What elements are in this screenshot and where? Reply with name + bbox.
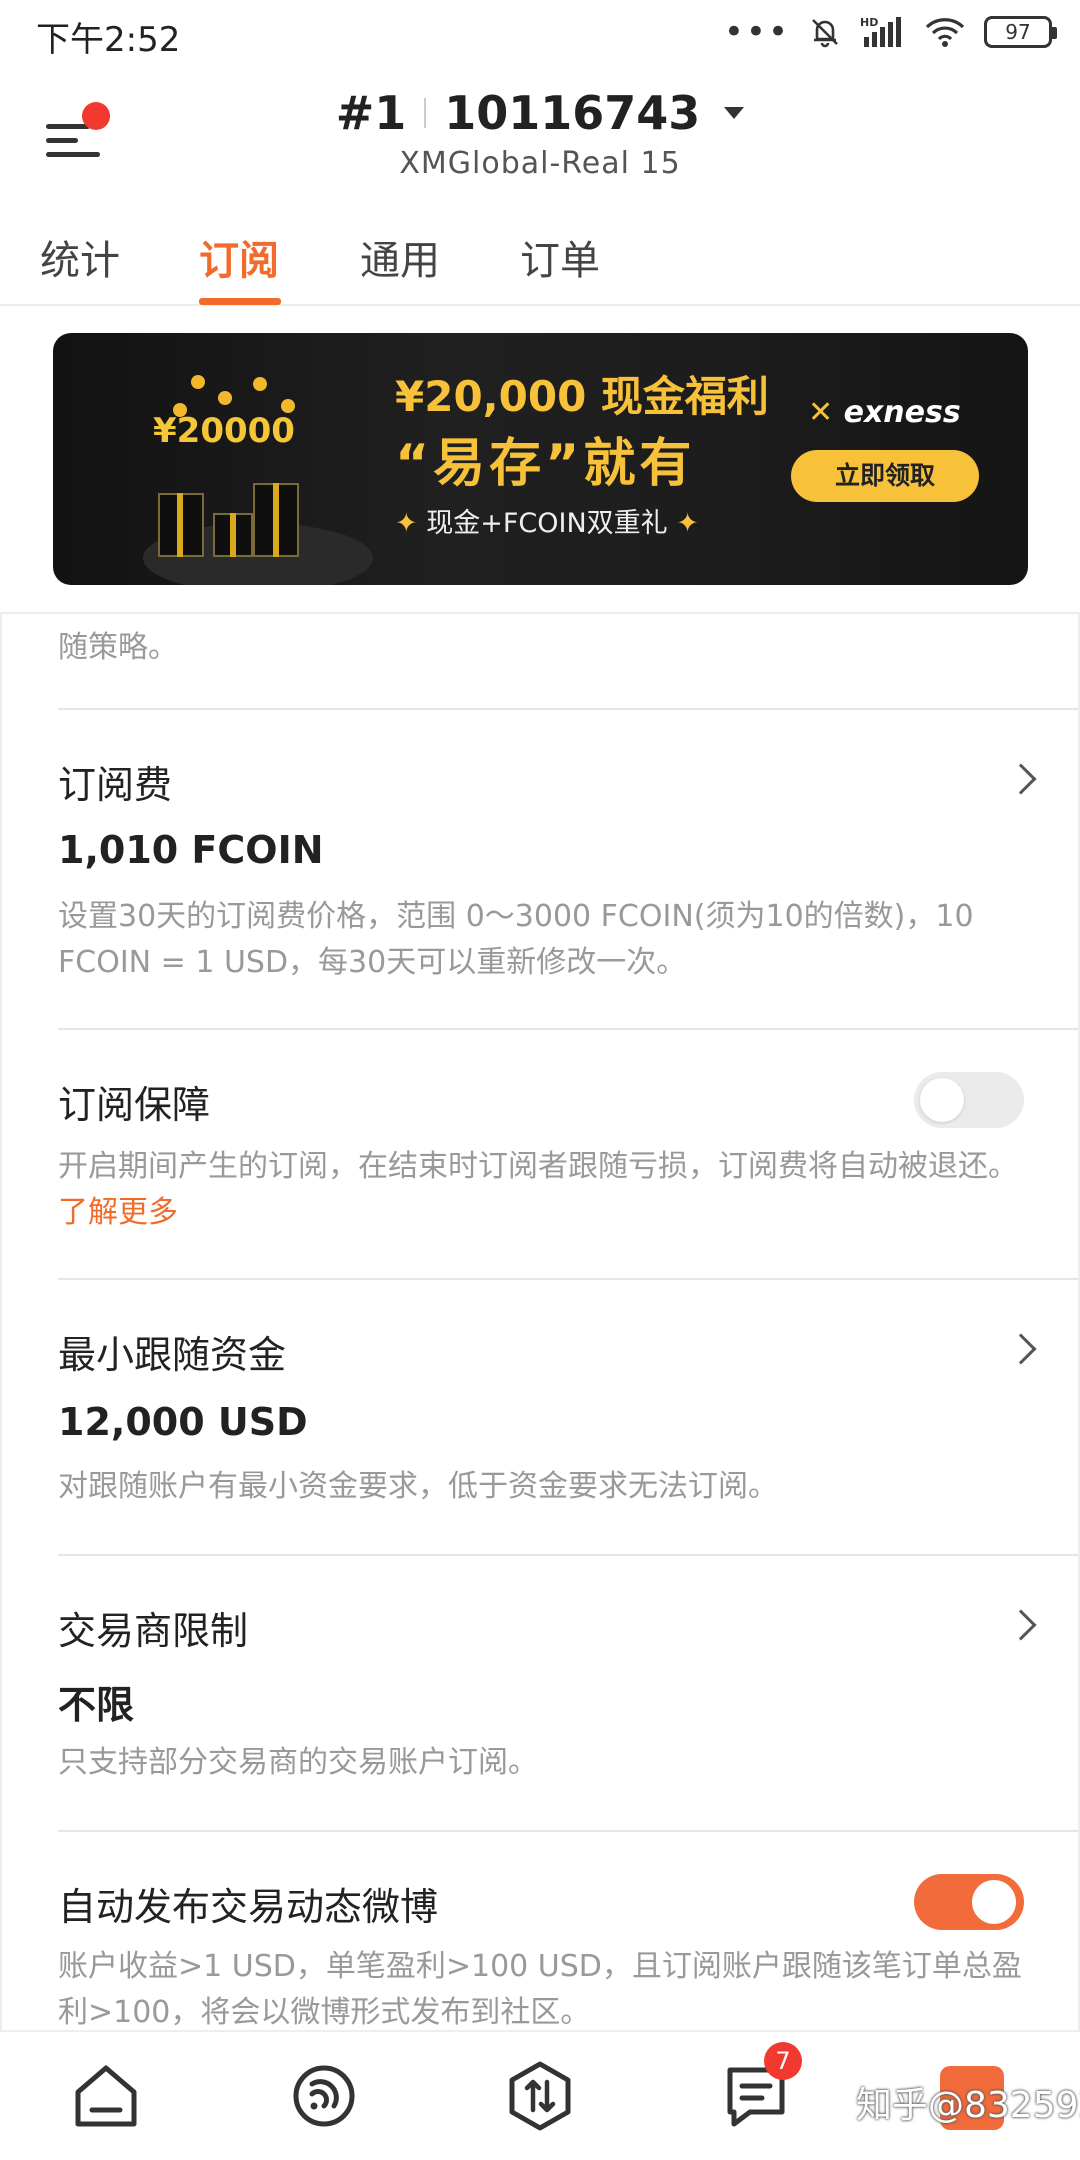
account-rank: #1 — [335, 86, 407, 140]
section-desc-text: 开启期间产生的订阅，在结束时订阅者跟随亏损，订阅费将自动被退还。 — [58, 1149, 1018, 1184]
account-server: XMGlobal-Real 15 — [399, 146, 681, 181]
section-title: 订阅费 — [58, 763, 173, 807]
min-follow-fund-value: 12,000 USD — [58, 1400, 308, 1444]
watermark: 知乎@832592 — [856, 2085, 1080, 2126]
section-title: 最小跟随资金 — [58, 1333, 287, 1377]
learn-more-link[interactable]: 了解更多 — [58, 1195, 178, 1230]
wifi-icon — [925, 18, 965, 47]
claim-button[interactable]: 立即领取 — [791, 450, 979, 502]
caret-down-icon — [724, 107, 745, 119]
brand-logo: ✕ exness — [808, 395, 961, 430]
section-desc: 账户收益>1 USD，单笔盈利>100 USD，且订阅账户跟随该笔订单总盈利>1… — [58, 1949, 1022, 2030]
coin-icon — [253, 377, 267, 391]
gift-ribbon — [177, 493, 183, 557]
gift-amount: ¥20000 — [153, 411, 295, 451]
header: #1 10116743 XMGlobal-Real 15 — [0, 64, 1080, 204]
trade-icon — [509, 2061, 571, 2131]
svg-text:HD: HD — [860, 16, 878, 29]
chevron-right-icon — [1005, 763, 1037, 795]
account-number: 10116743 — [444, 86, 701, 140]
status-icons: ••• HD 97 — [723, 10, 1057, 54]
tab-subscription[interactable]: 订阅 — [199, 228, 279, 286]
message-count-badge: 7 — [764, 2042, 802, 2080]
tab-general[interactable]: 通用 — [360, 228, 440, 286]
section-desc: 设置30天的订阅费价格，范围 0～3000 FCOIN(须为10的倍数)，10 … — [58, 899, 974, 980]
bottom-nav: 7 知乎@832592 — [0, 2030, 1080, 2160]
brand-mark-icon: ✕ — [808, 395, 834, 430]
settings-list: 随策略。 订阅费 1,010 FCOIN 设置30天的订阅费价格，范围 0～30… — [0, 612, 1080, 2030]
status-bar: 下午2:52 ••• HD 97 — [0, 0, 1080, 64]
battery-level: 97 — [1005, 20, 1031, 44]
section-desc: 开启期间产生的订阅，在结束时订阅者跟随亏损，订阅费将自动被退还。 了解更多 — [58, 1144, 1028, 1236]
battery-icon: 97 — [984, 16, 1057, 48]
more-dots-icon: ••• — [723, 12, 790, 52]
status-time: 下午2:52 — [36, 20, 181, 60]
nav-signals[interactable] — [284, 2056, 364, 2136]
tab-orders[interactable]: 订单 — [520, 228, 600, 286]
auto-post-toggle[interactable] — [914, 1874, 1024, 1930]
coin-icon — [191, 375, 205, 389]
section-desc: 对跟随账户有最小资金要求，低于资金要求无法订阅。 — [58, 1469, 778, 1504]
tab-bar: 统计 订阅 通用 订单 — [0, 218, 1080, 306]
divider — [58, 708, 1080, 710]
section-title: 订阅保障 — [58, 1083, 211, 1127]
subscription-fee-value: 1,010 FCOIN — [58, 828, 324, 872]
mute-bell-icon — [812, 19, 838, 48]
toggle-knob — [920, 1078, 964, 1122]
subscription-protection-toggle[interactable] — [914, 1072, 1024, 1128]
divider — [58, 1028, 1080, 1030]
home-icon — [75, 2065, 137, 2127]
banner-subtitle-text: 现金+FCOIN双重礼 — [426, 508, 668, 539]
sparkle-icon: ✦ — [395, 508, 418, 539]
active-tab-indicator — [199, 298, 281, 305]
separator — [424, 98, 427, 128]
coin-icon — [218, 391, 232, 405]
section-title: 交易商限制 — [58, 1609, 249, 1653]
brand-name: exness — [843, 395, 961, 430]
section-title: 自动发布交易动态微博 — [58, 1885, 439, 1929]
banner-subtitle: ✦ 现金+FCOIN双重礼 ✦ — [395, 501, 699, 540]
divider — [58, 1554, 1080, 1556]
promo-banner[interactable]: ¥20000 ¥20,000 现金福利 “易存”就有 ✦ 现金+FCOIN双重礼… — [53, 333, 1028, 585]
gift-ribbon — [230, 513, 236, 557]
nav-home[interactable] — [66, 2056, 146, 2136]
nav-trade[interactable] — [500, 2056, 580, 2136]
nav-messages[interactable]: 7 — [716, 2042, 802, 2136]
previous-section-tail: 随策略。 — [58, 630, 178, 665]
divider — [58, 1830, 1080, 1832]
divider — [58, 1278, 1080, 1280]
banner-title-line1: ¥20,000 现金福利 — [395, 372, 769, 421]
gift-ribbon — [273, 483, 279, 557]
broker-limit-value: 不限 — [58, 1683, 135, 1727]
hd-signal-icon: HD — [860, 16, 901, 47]
tab-stats[interactable]: 统计 — [40, 228, 120, 286]
toggle-knob — [972, 1880, 1016, 1924]
banner-title-line2: “易存”就有 — [395, 434, 696, 494]
chevron-right-icon — [1005, 1333, 1037, 1365]
sparkle-icon: ✦ — [676, 508, 699, 539]
section-desc: 只支持部分交易商的交易账户订阅。 — [58, 1745, 538, 1780]
chevron-right-icon — [1005, 1609, 1037, 1641]
signal-icon — [293, 2065, 355, 2127]
account-switcher[interactable]: #1 10116743 XMGlobal-Real 15 — [0, 86, 1080, 181]
